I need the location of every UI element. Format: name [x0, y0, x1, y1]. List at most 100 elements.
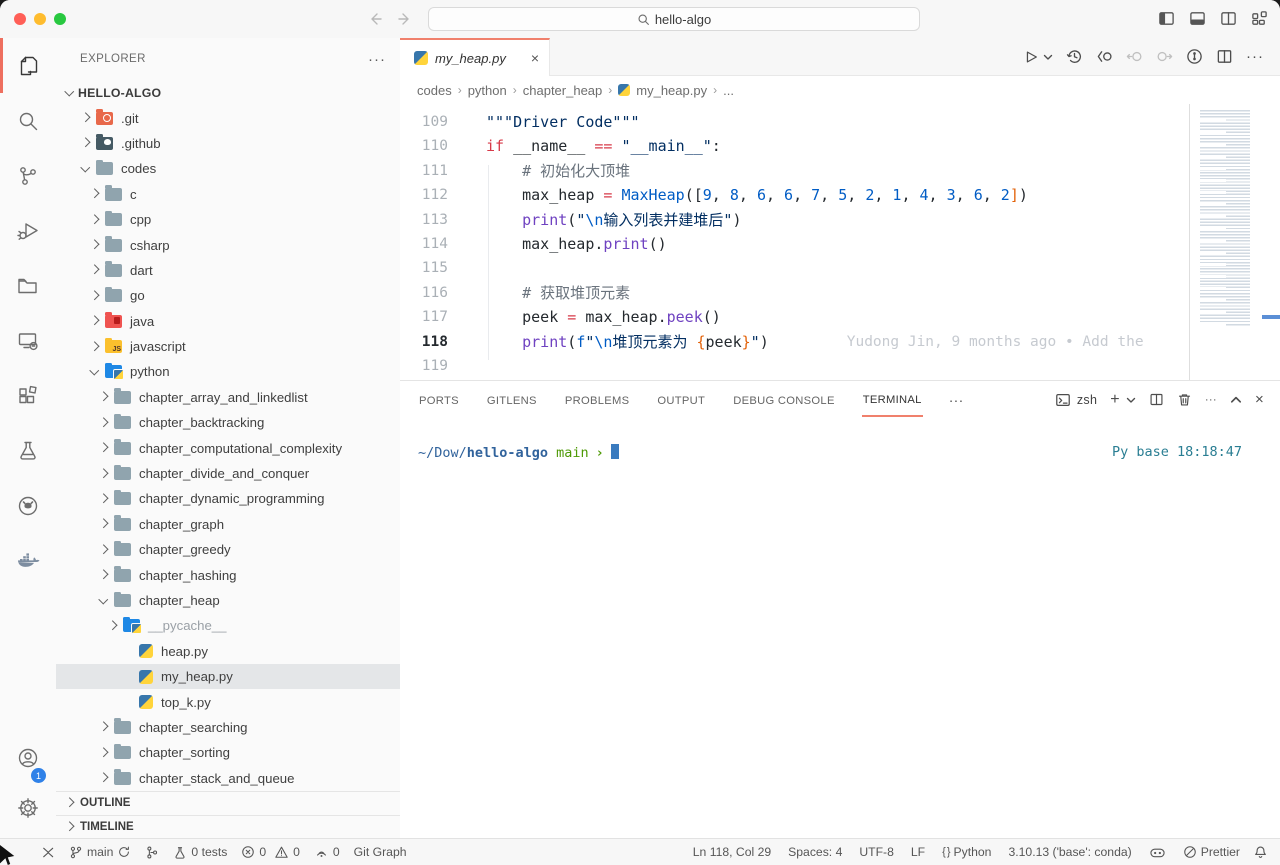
- git-graph-status-icon[interactable]: [145, 845, 159, 860]
- testing-icon[interactable]: [0, 423, 56, 478]
- tree-item[interactable]: chapter_backtracking: [56, 410, 400, 435]
- outline-section[interactable]: OUTLINE: [56, 791, 400, 815]
- tree-item[interactable]: __pycache__: [56, 613, 400, 638]
- language-mode[interactable]: { } Python: [942, 845, 991, 859]
- tree-item[interactable]: .git: [56, 105, 400, 130]
- tree-item[interactable]: javascript: [56, 334, 400, 359]
- notifications-bell-icon[interactable]: [1253, 845, 1268, 860]
- tree-item[interactable]: cpp: [56, 207, 400, 232]
- tree-item[interactable]: chapter_graph: [56, 512, 400, 537]
- split-terminal-icon[interactable]: [1149, 392, 1164, 407]
- command-center-search[interactable]: hello-algo: [428, 7, 920, 31]
- code-editor[interactable]: 109 """Driver Code""" 110 if __name__ ==…: [400, 104, 1280, 380]
- tree-item[interactable]: chapter_dynamic_programming: [56, 486, 400, 511]
- close-panel-icon[interactable]: ×: [1255, 391, 1264, 408]
- maximize-panel-icon[interactable]: [1230, 394, 1242, 406]
- run-dropdown-chevron-icon[interactable]: [1043, 52, 1053, 62]
- extensions-icon[interactable]: [0, 368, 56, 423]
- tree-item[interactable]: python: [56, 359, 400, 384]
- run-debug-icon[interactable]: [0, 203, 56, 258]
- tree-item[interactable]: top_k.py: [56, 689, 400, 714]
- split-editor-icon[interactable]: [1220, 10, 1237, 27]
- search-icon[interactable]: [0, 93, 56, 148]
- panel-tab[interactable]: PROBLEMS: [564, 383, 631, 416]
- tree-item[interactable]: go: [56, 283, 400, 308]
- panel-tab[interactable]: DEBUG CONSOLE: [732, 383, 836, 416]
- tree-item[interactable]: chapter_array_and_linkedlist: [56, 385, 400, 410]
- tree-item[interactable]: .github: [56, 131, 400, 156]
- run-python-file-icon[interactable]: [1023, 49, 1039, 65]
- github-icon[interactable]: [0, 478, 56, 533]
- customize-layout-icon[interactable]: [1251, 10, 1268, 27]
- toggle-panel-icon[interactable]: [1189, 10, 1206, 27]
- git-branch-status[interactable]: main: [69, 845, 131, 860]
- tree-item[interactable]: my_heap.py: [56, 664, 400, 689]
- breadcrumb-codes[interactable]: codes: [417, 83, 452, 98]
- formatter-status[interactable]: Prettier: [1183, 845, 1240, 859]
- panel-tab[interactable]: GITLENS: [486, 383, 538, 416]
- tree-item[interactable]: codes: [56, 156, 400, 181]
- back-icon[interactable]: [366, 10, 384, 28]
- tree-item[interactable]: chapter_searching: [56, 715, 400, 740]
- problems-status[interactable]: 0 0: [241, 845, 300, 859]
- kill-terminal-icon[interactable]: [1177, 392, 1192, 407]
- tree-item[interactable]: chapter_hashing: [56, 562, 400, 587]
- panel-more-actions-icon[interactable]: ···: [1205, 394, 1217, 406]
- eol-setting[interactable]: LF: [911, 845, 925, 859]
- tree-item[interactable]: HELLO-ALGO: [56, 80, 400, 105]
- source-control-icon[interactable]: [0, 148, 56, 203]
- tree-item[interactable]: chapter_sorting: [56, 740, 400, 765]
- tree-item[interactable]: java: [56, 309, 400, 334]
- tab-my-heap[interactable]: my_heap.py ×: [400, 38, 550, 76]
- terminal[interactable]: ~/Dow/hello-algomain› Py base 18:18:47: [400, 418, 1280, 461]
- breadcrumb-symbol[interactable]: ...: [723, 83, 734, 98]
- project-folder-icon[interactable]: [0, 258, 56, 313]
- python-interpreter[interactable]: 3.10.13 ('base': conda): [1008, 845, 1131, 859]
- ports-status[interactable]: 0: [314, 845, 340, 859]
- git-graph-button[interactable]: Git Graph: [354, 845, 407, 859]
- panel-tab[interactable]: TERMINAL: [862, 382, 923, 417]
- breadcrumb-file[interactable]: my_heap.py: [636, 83, 707, 98]
- forward-icon[interactable]: [396, 10, 414, 28]
- split-editor-icon[interactable]: [1216, 48, 1233, 65]
- maximize-window-button[interactable]: [54, 13, 66, 25]
- tree-item[interactable]: chapter_stack_and_queue: [56, 766, 400, 791]
- file-history-icon[interactable]: [1066, 48, 1083, 65]
- close-tab-icon[interactable]: ×: [531, 50, 539, 66]
- tree-item[interactable]: csharp: [56, 232, 400, 257]
- minimap[interactable]: [1189, 104, 1280, 380]
- remote-indicator[interactable]: [40, 845, 55, 860]
- new-terminal-icon[interactable]: +: [1110, 391, 1120, 409]
- shell-name[interactable]: zsh: [1077, 393, 1097, 407]
- tree-item[interactable]: chapter_heap: [56, 588, 400, 613]
- tree-item[interactable]: c: [56, 182, 400, 207]
- encoding-setting[interactable]: UTF-8: [859, 845, 894, 859]
- explorer-icon[interactable]: [0, 38, 56, 93]
- breadcrumb-chapter-heap[interactable]: chapter_heap: [523, 83, 603, 98]
- timeline-section[interactable]: TIMELINE: [56, 815, 400, 838]
- minimize-window-button[interactable]: [34, 13, 46, 25]
- remote-explorer-icon[interactable]: [0, 313, 56, 368]
- indentation-setting[interactable]: Spaces: 4: [788, 845, 842, 859]
- panel-tab[interactable]: OUTPUT: [656, 383, 706, 416]
- tree-item[interactable]: dart: [56, 258, 400, 283]
- copilot-icon[interactable]: [1149, 845, 1166, 860]
- terminal-dropdown-chevron-icon[interactable]: [1126, 395, 1136, 405]
- editor-more-actions-icon[interactable]: ···: [1246, 48, 1264, 65]
- tests-status[interactable]: 0 tests: [173, 845, 227, 860]
- settings-gear-icon[interactable]: [0, 786, 56, 830]
- tree-item[interactable]: chapter_divide_and_conquer: [56, 461, 400, 486]
- docker-icon[interactable]: [0, 533, 56, 588]
- breadcrumb-python[interactable]: python: [468, 83, 507, 98]
- gitlens-graph-icon[interactable]: [1186, 48, 1203, 65]
- explorer-more-actions-icon[interactable]: ···: [368, 51, 386, 68]
- close-window-button[interactable]: [14, 13, 26, 25]
- tree-item[interactable]: heap.py: [56, 639, 400, 664]
- panel-more-tabs-icon[interactable]: ···: [949, 392, 964, 408]
- accounts-icon[interactable]: 1: [0, 736, 56, 780]
- toggle-sidebar-icon[interactable]: [1158, 10, 1175, 27]
- tree-item[interactable]: chapter_computational_complexity: [56, 435, 400, 460]
- panel-tab[interactable]: PORTS: [418, 383, 460, 416]
- open-changes-icon[interactable]: [1096, 48, 1113, 65]
- cursor-position[interactable]: Ln 118, Col 29: [693, 845, 771, 859]
